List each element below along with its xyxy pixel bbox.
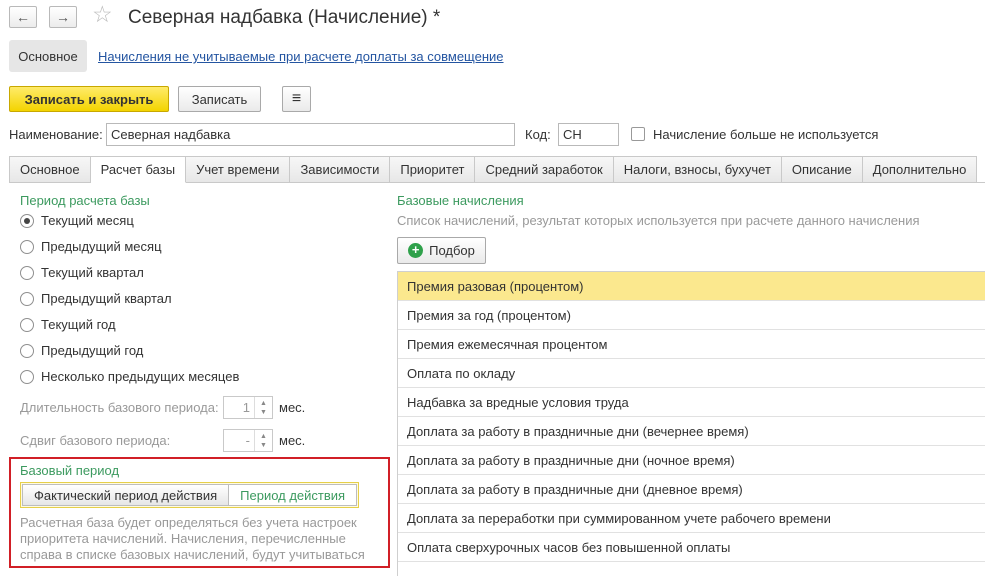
code-input[interactable]: СН [558,123,619,146]
tab-time-accounting[interactable]: Учет времени [186,156,291,183]
base-period-info: Расчетная база будет определяться без уч… [20,515,365,566]
tab-dependencies[interactable]: Зависимости [290,156,391,183]
radio-icon [20,343,34,358]
radio-icon [20,369,34,384]
arrow-right-icon: → [56,9,70,25]
radio-icon [20,239,34,254]
base-period-heading: Базовый период [20,463,120,478]
list-item[interactable]: Оплата сверхурочных часов без повышенной… [398,533,985,562]
radio-several-months[interactable]: Несколько предыдущих месяцев [20,369,239,384]
list-item[interactable]: Премия за год (процентом) [398,301,985,330]
tab-main[interactable]: Основное [9,156,91,183]
tab-base-calc[interactable]: Расчет базы [90,156,187,183]
period-heading: Период расчета базы [20,193,150,208]
duration-label: Длительность базового периода: [20,400,219,415]
radio-current-quarter[interactable]: Текущий квартал [20,265,144,280]
base-period-switch: Фактический период действия Период дейст… [20,482,360,508]
save-button[interactable]: Записать [178,86,261,112]
radio-icon [20,291,34,306]
add-circle-icon: + [408,243,424,258]
tab-bar: Основное Расчет базы Учет времени Зависи… [9,156,978,183]
back-button[interactable]: ← [9,6,37,28]
list-item[interactable]: Премия ежемесячная процентом [398,330,985,359]
name-input[interactable]: Северная надбавка [106,123,515,146]
list-item[interactable]: Доплата за работу в праздничные дни (веч… [398,417,985,446]
list-item[interactable]: Премия разовая (процентом) [398,272,985,301]
base-period-group: Базовый период Фактический период действ… [9,457,390,568]
star-icon[interactable]: ☆ [92,3,113,26]
duration-unit: мес. [279,400,306,415]
list-item[interactable]: Доплата за работу в праздничные дни (ноч… [398,446,985,475]
list-item[interactable]: Оплата по окладу [398,359,985,388]
save-and-close-button[interactable]: Записать и закрыть [9,86,169,112]
section-main[interactable]: Основное [9,40,87,72]
radio-icon [20,317,34,332]
radio-current-month[interactable]: Текущий месяц [20,213,134,228]
stepper-arrows-icon[interactable]: ▲ ▼ [254,397,272,418]
more-actions-button[interactable]: ≡ [282,86,311,112]
radio-current-year[interactable]: Текущий год [20,317,116,332]
action-period-option[interactable]: Период действия [229,484,358,506]
forward-button[interactable]: → [49,6,77,28]
page-title: Северная надбавка (Начисление) * [128,7,441,28]
radio-previous-quarter[interactable]: Предыдущий квартал [20,291,172,306]
name-label: Наименование: [9,127,103,142]
tab-additional[interactable]: Дополнительно [862,156,978,183]
tab-average-earnings[interactable]: Средний заработок [475,156,614,183]
not-used-label: Начисление больше не используется [653,127,879,142]
tab-description[interactable]: Описание [781,156,863,183]
actual-period-option[interactable]: Фактический период действия [22,484,230,506]
list-item[interactable]: Надбавка за вредные условия труда [398,388,985,417]
base-accruals-heading: Базовые начисления [397,193,524,208]
tab-taxes[interactable]: Налоги, взносы, бухучет [613,156,782,183]
base-accruals-list: Премия разовая (процентом) Премия за год… [397,271,985,576]
code-label: Код: [525,127,551,142]
section-link-not-counted[interactable]: Начисления не учитываемые при расчете до… [98,49,504,64]
not-used-checkbox[interactable] [631,127,645,141]
radio-previous-year[interactable]: Предыдущий год [20,343,143,358]
pick-button[interactable]: + Подбор [397,237,486,264]
stepper-arrows-icon[interactable]: ▲ ▼ [254,430,272,451]
duration-stepper[interactable]: 1 ▲ ▼ [223,396,273,419]
shift-label: Сдвиг базового периода: [20,433,171,448]
list-item[interactable]: Доплата за переработки при суммированном… [398,504,985,533]
radio-icon [20,265,34,280]
list-icon: ≡ [291,90,302,107]
radio-previous-month[interactable]: Предыдущий месяц [20,239,162,254]
shift-unit: мес. [279,433,306,448]
shift-stepper[interactable]: - ▲ ▼ [223,429,273,452]
radio-selected-icon [20,213,34,228]
base-accruals-description: Список начислений, результат которых исп… [397,213,920,228]
arrow-left-icon: ← [16,9,30,25]
tab-priority[interactable]: Приоритет [390,156,476,183]
list-item[interactable]: Доплата за работу в праздничные дни (дне… [398,475,985,504]
